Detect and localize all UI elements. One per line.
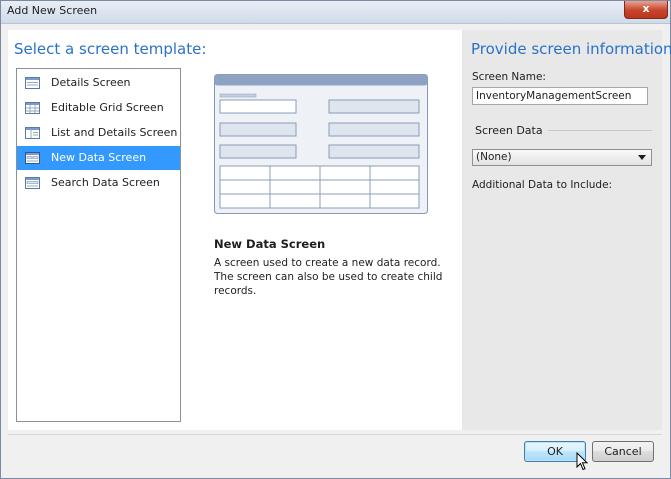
footer-divider (8, 434, 662, 435)
info-heading: Provide screen information: (471, 40, 671, 58)
chevron-down-icon (638, 155, 646, 160)
template-preview-image (214, 74, 428, 214)
template-item-label: Search Data Screen (51, 176, 160, 189)
screen-name-label: Screen Name: (472, 71, 546, 83)
additional-data-label: Additional Data to Include: (472, 179, 613, 191)
cancel-button[interactable]: Cancel (592, 441, 654, 462)
template-item-label: Details Screen (51, 76, 131, 89)
title-bar: Add New Screen x (1, 1, 670, 24)
mouse-cursor-icon (576, 452, 589, 471)
search-data-icon (25, 177, 40, 189)
details-screen-icon (25, 77, 40, 89)
window-title: Add New Screen (7, 4, 98, 17)
template-item-search-data[interactable]: Search Data Screen (17, 171, 180, 195)
template-item-details[interactable]: Details Screen (17, 71, 180, 95)
screen-name-input[interactable] (472, 87, 648, 105)
close-button[interactable]: x (624, 1, 668, 19)
template-item-label: New Data Screen (51, 151, 147, 164)
screen-data-label: Screen Data (475, 124, 543, 137)
list-details-icon (25, 127, 40, 139)
dialog-content: Select a screen template: Details Screen… (8, 30, 671, 430)
template-item-editable-grid[interactable]: Editable Grid Screen (17, 96, 180, 120)
template-heading: Select a screen template: (14, 40, 207, 58)
preview-title: New Data Screen (214, 237, 326, 251)
template-item-list-details[interactable]: List and Details Screen (17, 121, 180, 145)
screen-data-value: (None) (476, 151, 512, 163)
template-item-label: Editable Grid Screen (51, 101, 164, 114)
section-divider (548, 130, 652, 131)
screen-data-select[interactable]: (None) (472, 149, 652, 166)
preview-description: A screen used to create a new data recor… (214, 257, 443, 297)
editable-grid-icon (25, 102, 40, 114)
template-list[interactable]: Details Screen Editable Grid Screen List (16, 68, 181, 422)
template-item-label: List and Details Screen (51, 126, 178, 139)
new-data-icon (25, 152, 40, 164)
close-icon: x (642, 2, 650, 15)
template-item-new-data[interactable]: New Data Screen (17, 146, 180, 170)
